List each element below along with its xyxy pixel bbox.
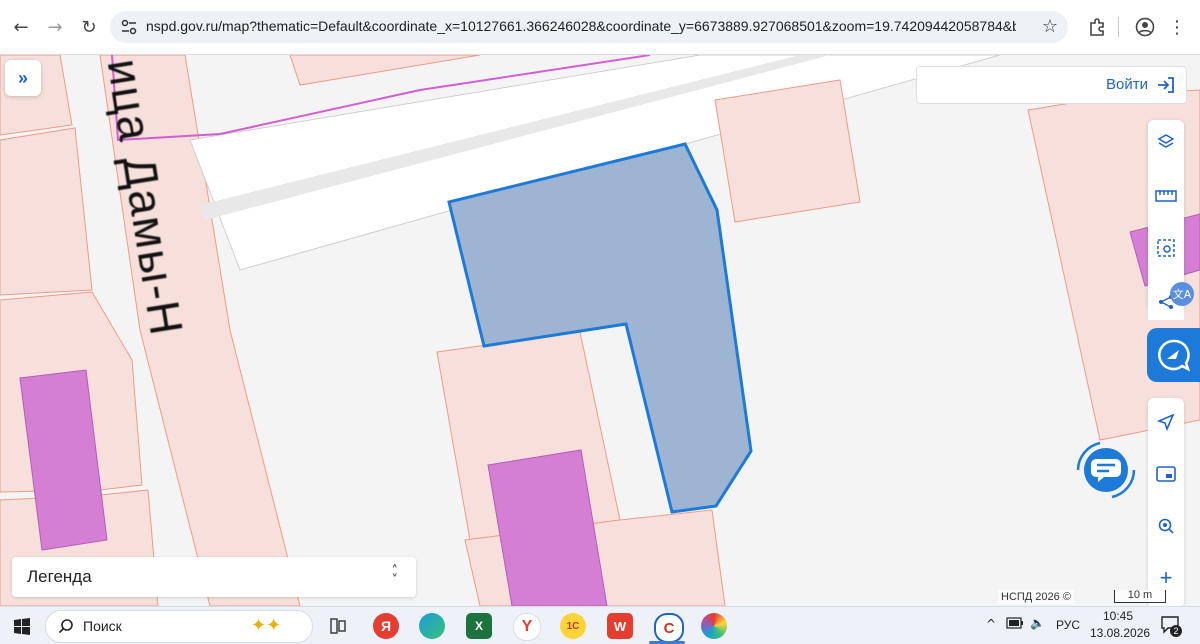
yandex-icon[interactable]: Я (373, 613, 399, 639)
extensions-icon[interactable] (1084, 14, 1110, 40)
task-view-icon[interactable] (325, 613, 351, 639)
login-icon (1158, 77, 1174, 93)
clock-time[interactable]: 10:45 (1103, 609, 1133, 623)
translate-icon[interactable]: 文A (1170, 282, 1194, 306)
login-label: Войти (1106, 76, 1148, 93)
language-indicator[interactable]: РУС (1056, 618, 1080, 632)
color-app-icon[interactable] (701, 613, 727, 639)
scale-bar: 10 m (1114, 590, 1166, 603)
feedback-icon (1157, 339, 1190, 372)
excel-icon[interactable]: X (466, 613, 492, 639)
wps-icon[interactable]: W (607, 613, 633, 639)
site-settings-icon[interactable] (120, 18, 138, 36)
expand-collapse-icon: ˄ ˅ (391, 564, 399, 588)
notification-badge: 2 (1170, 625, 1182, 637)
search-icon (58, 619, 73, 634)
basemap-icon[interactable] (1148, 456, 1184, 492)
taskbar-search[interactable]: Поиск ✦✦ (45, 610, 313, 643)
area-select-icon[interactable] (1148, 230, 1184, 266)
profile-icon[interactable] (1132, 14, 1158, 40)
copilot-sparkle-icon: ✦✦ (251, 615, 282, 636)
yandex-browser-icon[interactable]: Y (513, 613, 541, 641)
reload-icon[interactable]: ↻ (76, 14, 102, 40)
forward-icon[interactable]: → (42, 14, 68, 40)
browser-menu-icon[interactable]: ⋮ (1164, 14, 1190, 40)
battery-icon[interactable] (1006, 617, 1024, 632)
ruler-icon[interactable] (1148, 178, 1184, 214)
back-icon[interactable]: ← (8, 14, 34, 40)
chrome-app-icon[interactable]: C (654, 613, 684, 643)
search-placeholder: Поиск (83, 618, 122, 634)
map-attribution: НСПД 2026 © (998, 590, 1074, 604)
map-canvas[interactable]: ица Дамы-Н (0, 55, 1200, 606)
feedback-button[interactable] (1147, 328, 1200, 382)
expand-panel-button[interactable]: » (5, 60, 41, 96)
search-location-icon[interactable] (1148, 508, 1184, 544)
toolbar-divider (1118, 17, 1119, 37)
bookmark-star-icon[interactable]: ☆ (1042, 16, 1058, 37)
address-bar[interactable]: nspd.gov.ru/map?thematic=Default&coordin… (110, 11, 1068, 43)
browser-toolbar: ← → ↻ nspd.gov.ru/map?thematic=Default&c… (0, 0, 1200, 55)
tray-chevron-icon[interactable]: ^ (986, 617, 996, 631)
chat-icon (1076, 441, 1136, 499)
edge-icon[interactable] (419, 613, 445, 639)
chat-button[interactable] (1066, 430, 1146, 510)
volume-icon[interactable]: 🔈 (1030, 616, 1045, 630)
1c-icon[interactable]: 1С (560, 613, 586, 639)
layers-icon[interactable] (1148, 124, 1184, 160)
login-button[interactable]: Войти (916, 66, 1187, 104)
legend-label: Легенда (27, 567, 92, 586)
locate-icon[interactable] (1148, 404, 1184, 440)
windows-start-icon[interactable] (9, 613, 35, 639)
legend-panel[interactable]: Легенда ˄ ˅ (12, 557, 416, 597)
notifications-icon[interactable]: 2 (1160, 614, 1182, 639)
clock-date[interactable]: 13.08.2026 (1090, 626, 1150, 640)
taskbar: Поиск ✦✦ Я X Y 1С W C ^ 🔈 РУС 10:45 13.0… (0, 606, 1200, 644)
url-text[interactable]: nspd.gov.ru/map?thematic=Default&coordin… (146, 18, 1016, 34)
